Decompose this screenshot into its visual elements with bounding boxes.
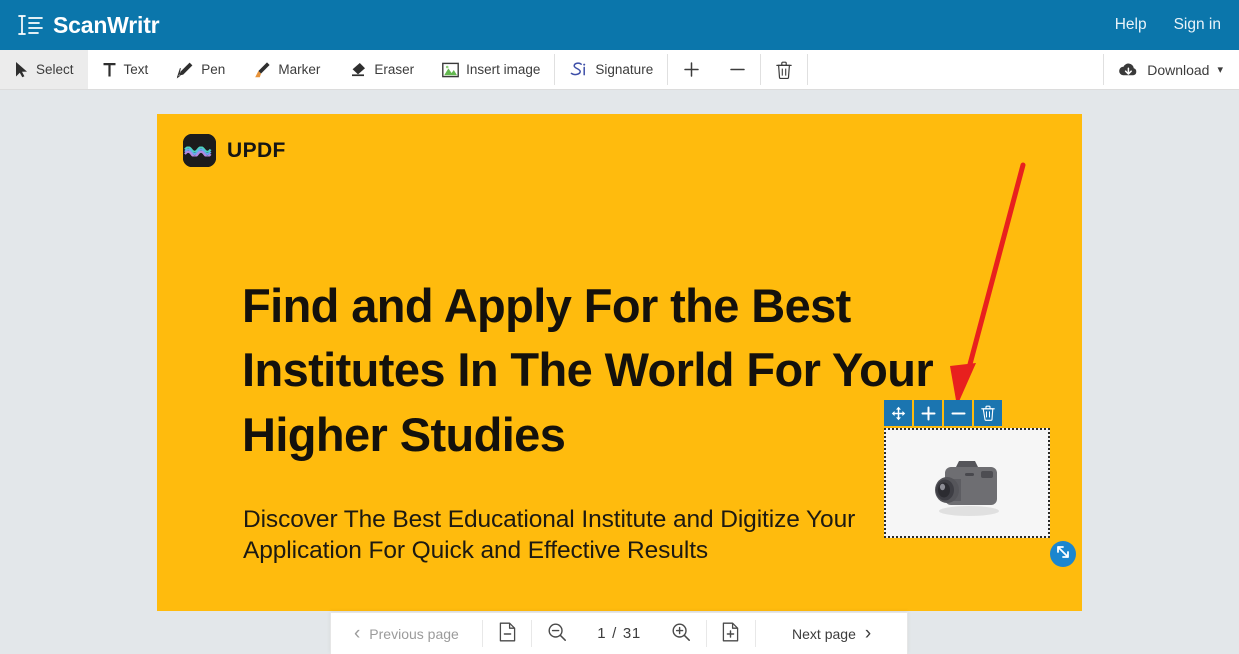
- download-button[interactable]: Download ▾: [1104, 50, 1239, 89]
- page-plus-icon: [722, 622, 739, 645]
- updf-brand: UPDF: [183, 134, 286, 167]
- add-page-button[interactable]: [707, 613, 756, 654]
- document-canvas[interactable]: UPDF Find and Apply For the Best Institu…: [0, 91, 1239, 654]
- help-link[interactable]: Help: [1115, 16, 1147, 34]
- updf-brand-text: UPDF: [227, 139, 286, 163]
- signature-icon: [569, 61, 588, 79]
- cursor-arrow-icon: [14, 61, 29, 78]
- app-header: ScanWritr Help Sign in: [0, 0, 1239, 50]
- chevron-down-icon: ▾: [1217, 63, 1223, 76]
- text-t-icon: [102, 61, 117, 78]
- minus-icon: [951, 406, 966, 421]
- header-links: Help Sign in: [1115, 16, 1221, 34]
- tool-insert-image-label: Insert image: [466, 62, 540, 77]
- zoom-in-page-button[interactable]: [657, 613, 706, 654]
- zoom-in-button[interactable]: [668, 50, 714, 89]
- delete-image-button[interactable]: [974, 400, 1002, 426]
- tool-marker-label: Marker: [278, 62, 320, 77]
- tool-insert-image[interactable]: Insert image: [428, 50, 554, 89]
- tool-select[interactable]: Select: [0, 50, 88, 89]
- image-selection-toolbar: [884, 400, 1002, 426]
- text-cursor-lines-icon: [14, 12, 44, 38]
- page-navigation-bar: ‹ Previous page: [330, 612, 908, 654]
- previous-page-button[interactable]: ‹ Previous page: [331, 613, 482, 654]
- document-headline: Find and Apply For the Best Institutes I…: [242, 274, 942, 467]
- resize-handle[interactable]: [1050, 541, 1076, 567]
- resize-diagonal-icon: [1055, 544, 1071, 565]
- shrink-button[interactable]: [944, 400, 972, 426]
- editor-toolbar: Select Text Pen: [0, 50, 1239, 90]
- document-subheadline: Discover The Best Educational Institute …: [243, 504, 903, 567]
- chevron-left-icon: ‹: [354, 623, 360, 645]
- zoom-out-button[interactable]: [714, 50, 760, 89]
- sign-in-link[interactable]: Sign in: [1174, 16, 1221, 34]
- tool-eraser-label: Eraser: [374, 62, 414, 77]
- enlarge-button[interactable]: [914, 400, 942, 426]
- magnifier-minus-icon: [547, 622, 567, 645]
- cloud-download-icon: [1118, 62, 1139, 78]
- image-selection-frame[interactable]: [884, 428, 1050, 538]
- chevron-right-icon: ›: [865, 623, 871, 645]
- plus-icon: [921, 406, 936, 421]
- updf-logo-icon: [183, 134, 216, 167]
- zoom-out-page-button[interactable]: [532, 613, 581, 654]
- inserted-camera-image[interactable]: [886, 430, 1048, 536]
- next-page-button[interactable]: Next page ›: [756, 613, 907, 654]
- tool-text[interactable]: Text: [88, 50, 163, 89]
- scanwritr-app: ScanWritr Help Sign in Select Text: [0, 0, 1239, 654]
- image-icon: [442, 62, 459, 78]
- tool-pen[interactable]: Pen: [162, 50, 239, 89]
- brand-name: ScanWritr: [53, 14, 159, 37]
- pen-icon: [176, 61, 194, 79]
- previous-page-label: Previous page: [369, 626, 459, 642]
- tool-marker[interactable]: Marker: [239, 50, 334, 89]
- current-page-number: 1: [597, 625, 606, 642]
- total-page-count: 31: [623, 625, 641, 642]
- document-page[interactable]: UPDF Find and Apply For the Best Institu…: [157, 114, 1082, 611]
- page-separator: /: [612, 625, 617, 642]
- trash-icon: [981, 405, 995, 421]
- marker-icon: [253, 61, 271, 79]
- page-minus-icon: [499, 622, 516, 645]
- delete-button[interactable]: [761, 50, 807, 89]
- remove-page-button[interactable]: [483, 613, 532, 654]
- brand-logo[interactable]: ScanWritr: [14, 12, 159, 38]
- page-counter[interactable]: 1 / 31: [581, 613, 657, 654]
- move-button[interactable]: [884, 400, 912, 426]
- toolbar-spacer: [808, 50, 1103, 89]
- next-page-label: Next page: [792, 626, 856, 642]
- tool-signature-label: Signature: [595, 62, 653, 77]
- tool-pen-label: Pen: [201, 62, 225, 77]
- tool-text-label: Text: [124, 62, 149, 77]
- eraser-icon: [348, 61, 367, 78]
- magnifier-plus-icon: [671, 622, 691, 645]
- tool-signature[interactable]: Signature: [555, 50, 667, 89]
- move-arrows-icon: [891, 406, 906, 421]
- tool-select-label: Select: [36, 62, 74, 77]
- download-label: Download: [1147, 62, 1209, 78]
- selected-image-widget[interactable]: [884, 400, 1061, 571]
- camera-photo-icon: [921, 447, 1013, 519]
- tool-eraser[interactable]: Eraser: [334, 50, 428, 89]
